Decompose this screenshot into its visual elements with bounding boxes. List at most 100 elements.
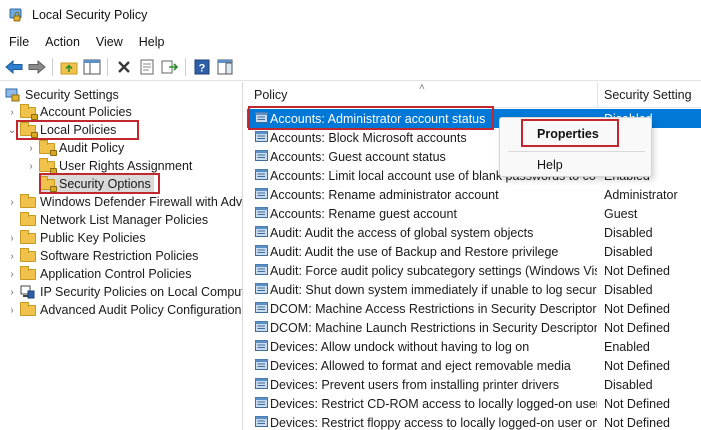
table-row[interactable]: Audit: Force audit policy subcategory se… [247, 261, 701, 280]
policy-setting-icon [255, 302, 269, 315]
toolbar: ? [0, 53, 701, 81]
policy-security-setting: Administrator [604, 187, 678, 202]
tree-item-account-policies[interactable]: › Account Policies [7, 103, 132, 121]
column-divider[interactable] [597, 82, 598, 108]
chevron-right-icon[interactable]: › [7, 301, 17, 319]
ip-security-icon [20, 285, 36, 299]
table-row[interactable]: Accounts: Rename administrator account Ad… [247, 185, 701, 204]
policy-security-setting: Disabled [604, 225, 653, 240]
policy-setting-icon [255, 207, 269, 220]
folder-icon [20, 104, 38, 120]
policy-name: Audit: Audit the use of Backup and Resto… [270, 244, 559, 259]
tree-item-ip-security-policies[interactable]: › IP Security Policies on Local Compute [7, 283, 242, 301]
window-title: Local Security Policy [32, 8, 148, 22]
tree-item-software-restriction-policies[interactable]: › Software Restriction Policies [7, 247, 198, 265]
chevron-right-icon[interactable]: › [7, 247, 17, 265]
table-row[interactable]: Devices: Restrict CD-ROM access to local… [247, 394, 701, 413]
table-row[interactable]: Audit: Shut down system immediately if u… [247, 280, 701, 299]
folder-icon [20, 122, 38, 138]
properties-icon[interactable] [136, 56, 157, 77]
table-row[interactable]: DCOM: Machine Access Restrictions in Sec… [247, 299, 701, 318]
column-header-security-setting[interactable]: Security Setting [604, 82, 692, 108]
up-folder-icon[interactable] [58, 56, 79, 77]
chevron-right-icon[interactable]: › [7, 265, 17, 283]
policy-setting-icon [255, 359, 269, 372]
tree-item-audit-policy[interactable]: › Audit Policy [26, 139, 124, 157]
tree-label: Audit Policy [59, 141, 125, 155]
table-row[interactable]: Devices: Restrict floppy access to local… [247, 413, 701, 430]
table-row[interactable]: Devices: Allowed to format and eject rem… [247, 356, 701, 375]
table-row[interactable]: Audit: Audit the use of Backup and Resto… [247, 242, 701, 261]
back-arrow-icon[interactable] [3, 56, 24, 77]
menu-action[interactable]: Action [37, 35, 88, 49]
policy-security-setting: Not Defined [604, 396, 671, 411]
tree-item-public-key-policies[interactable]: › Public Key Policies [7, 229, 146, 247]
policy-setting-icon [255, 283, 269, 296]
table-row[interactable]: Devices: Allow undock without having to … [247, 337, 701, 356]
tree-label: Advanced Audit Policy Configuration [40, 303, 242, 317]
chevron-right-icon[interactable]: › [7, 229, 17, 247]
show-hide-tree-icon[interactable] [81, 56, 102, 77]
menu-bar: File Action View Help [0, 32, 173, 52]
table-row[interactable]: Accounts: Rename guest account Guest [247, 204, 701, 223]
tree-label: Application Control Policies [40, 267, 192, 281]
tree-label: User Rights Assignment [59, 159, 193, 173]
console-pane-icon[interactable] [214, 56, 235, 77]
chevron-right-icon[interactable]: › [7, 103, 17, 121]
toolbar-separator [185, 57, 186, 76]
table-row[interactable]: Audit: Audit the access of global system… [247, 223, 701, 242]
tree-item-local-policies[interactable]: ⌄ Local Policies [7, 121, 116, 139]
policy-security-setting: Not Defined [604, 320, 671, 335]
policy-name: DCOM: Machine Launch Restrictions in Sec… [270, 320, 597, 335]
table-row[interactable]: Devices: Prevent users from installing p… [247, 375, 701, 394]
policy-name: Audit: Audit the access of global system… [270, 225, 534, 240]
folder-icon [20, 248, 36, 263]
context-menu-separator [508, 151, 645, 152]
shield-icon [5, 88, 21, 102]
policy-setting-icon [255, 397, 269, 410]
tree-label: Account Policies [40, 105, 132, 119]
chevron-down-icon[interactable]: ⌄ [7, 121, 17, 139]
tree-label: Security Settings [25, 88, 119, 102]
policy-name: Devices: Restrict floppy access to local… [270, 415, 597, 430]
tree-item-network-list-manager-policies[interactable]: Network List Manager Policies [20, 211, 208, 229]
tree-label: Network List Manager Policies [40, 213, 209, 227]
folder-icon [20, 212, 36, 227]
forward-arrow-icon[interactable] [26, 56, 47, 77]
column-header-policy[interactable]: Policy [254, 82, 287, 108]
delete-icon[interactable] [113, 56, 134, 77]
policy-setting-icon [255, 169, 269, 182]
policy-security-setting: Not Defined [604, 263, 671, 278]
chevron-right-icon[interactable]: › [26, 139, 36, 157]
folder-icon [20, 230, 36, 245]
context-menu-help[interactable]: Help [500, 154, 653, 176]
chevron-right-icon[interactable]: › [7, 283, 17, 301]
tree-root-security-settings[interactable]: Security Settings [5, 86, 119, 104]
policy-security-setting: Not Defined [604, 358, 671, 373]
title-bar: Local Security Policy [0, 0, 701, 30]
tree-item-security-options[interactable]: Security Options [39, 175, 154, 193]
export-list-icon[interactable] [159, 56, 180, 77]
tree-item-windows-defender-firewall[interactable]: › Windows Defender Firewall with Adva [7, 193, 242, 211]
context-menu-properties[interactable]: Properties [500, 123, 653, 145]
folder-icon [39, 158, 57, 174]
menu-help[interactable]: Help [131, 35, 173, 49]
policy-name: Accounts: Rename administrator account [270, 187, 499, 202]
menu-view[interactable]: View [88, 35, 131, 49]
context-menu: Properties Help [499, 117, 652, 177]
chevron-right-icon[interactable]: › [26, 157, 36, 175]
menu-file[interactable]: File [0, 35, 37, 49]
tree-item-advanced-audit-policy[interactable]: › Advanced Audit Policy Configuration [7, 301, 242, 319]
policy-name: DCOM: Machine Access Restrictions in Sec… [270, 301, 597, 316]
list-header: ˄ Policy Security Setting [247, 82, 701, 108]
security-policy-app-icon [8, 7, 24, 23]
tree-item-application-control-policies[interactable]: › Application Control Policies [7, 265, 191, 283]
table-row[interactable]: DCOM: Machine Launch Restrictions in Sec… [247, 318, 701, 337]
chevron-right-icon[interactable]: › [7, 193, 17, 211]
tree-label: Software Restriction Policies [40, 249, 199, 263]
tree-item-user-rights-assignment[interactable]: › User Rights Assignment [26, 157, 192, 175]
policy-setting-icon [255, 245, 269, 258]
svg-text:?: ? [198, 62, 205, 74]
help-icon[interactable]: ? [191, 56, 212, 77]
folder-icon [39, 140, 57, 156]
